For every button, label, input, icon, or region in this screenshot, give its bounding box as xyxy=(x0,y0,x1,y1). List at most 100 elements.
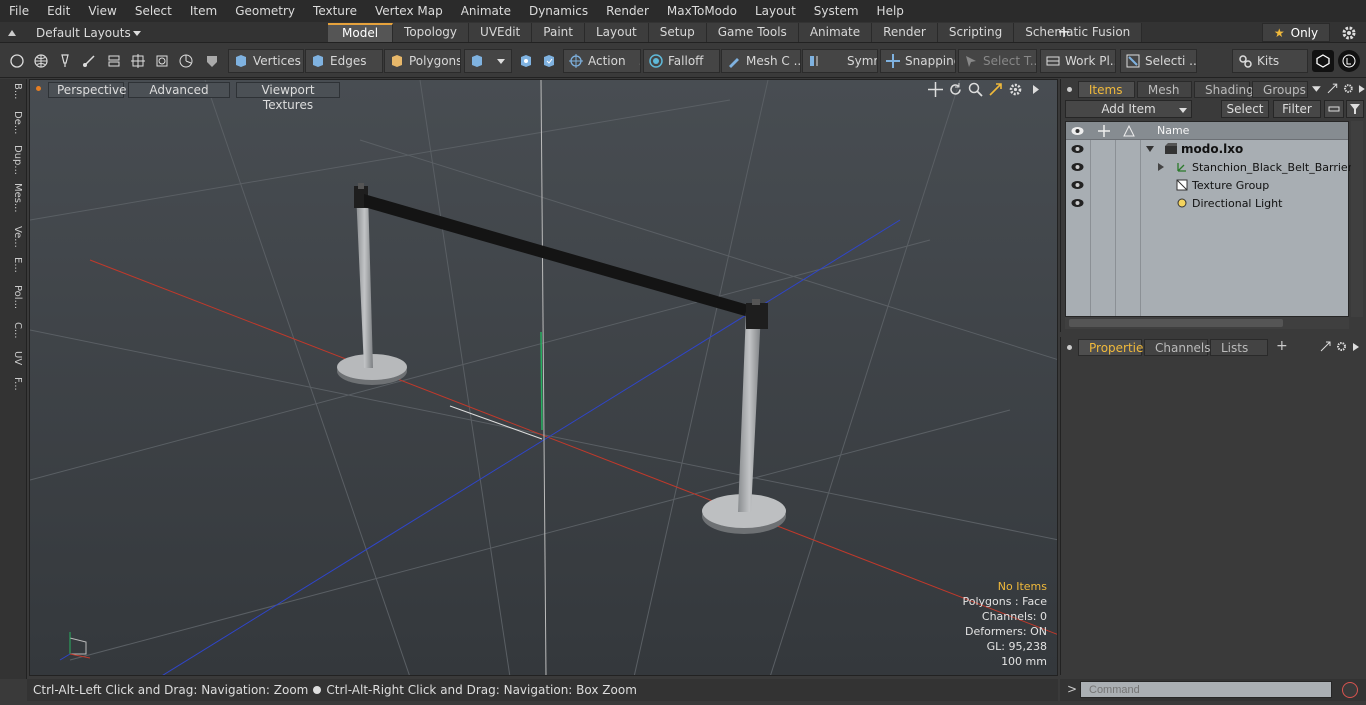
name-column-header[interactable]: Name xyxy=(1157,124,1189,137)
tab-uvedit[interactable]: UVEdit xyxy=(469,23,533,42)
tab-scripting[interactable]: Scripting xyxy=(937,23,1015,42)
tab-properties[interactable]: Properties xyxy=(1078,339,1150,356)
select-through-button[interactable]: Select T... xyxy=(958,49,1037,73)
menu-maxtomodo[interactable]: MaxToModo xyxy=(658,0,746,22)
tab-render[interactable]: Render xyxy=(872,23,938,42)
add-tab-button[interactable]: + xyxy=(1057,23,1071,41)
menu-dynamics[interactable]: Dynamics xyxy=(520,0,597,22)
menu-geometry[interactable]: Geometry xyxy=(226,0,304,22)
element-select-icon[interactable] xyxy=(515,50,537,72)
menu-texture[interactable]: Texture xyxy=(304,0,366,22)
tab-topology[interactable]: Topology xyxy=(393,23,470,42)
menu-system[interactable]: System xyxy=(805,0,868,22)
unreal-icon[interactable] xyxy=(1338,50,1360,72)
zoom-view-icon[interactable] xyxy=(968,82,983,97)
menu-item[interactable]: Item xyxy=(181,0,226,22)
square-dot-icon[interactable] xyxy=(151,50,173,72)
tab-mesh[interactable]: Mesh ... xyxy=(1136,81,1193,114)
gear-icon[interactable] xyxy=(1340,24,1358,42)
filter-button[interactable]: Filter xyxy=(1273,100,1321,118)
3d-viewport[interactable]: Perspective Advanced Viewport Textures N… xyxy=(29,79,1058,676)
expand-triangle-icon[interactable] xyxy=(1157,163,1165,171)
viewport-gear-icon[interactable] xyxy=(1008,82,1023,97)
advanced-button[interactable]: Advanced xyxy=(128,82,230,98)
tab-groups[interactable]: Groups xyxy=(1252,81,1309,98)
panel-gear-icon[interactable] xyxy=(1343,83,1354,94)
mesh-constraint-button[interactable]: Mesh C ... xyxy=(721,49,801,73)
tab-setup[interactable]: Setup xyxy=(648,23,707,42)
command-input[interactable] xyxy=(1080,681,1332,698)
move-view-icon[interactable] xyxy=(928,82,943,97)
layout-selector[interactable]: Default Layouts xyxy=(6,24,141,41)
panel-expand-icon[interactable] xyxy=(1352,342,1360,352)
tab-paint[interactable]: Paint xyxy=(532,23,585,42)
expand-panel-icon[interactable] xyxy=(1327,83,1338,94)
collapse-icon[interactable] xyxy=(1324,100,1344,118)
left-tab-mesh-edit[interactable]: Mes... xyxy=(3,183,23,213)
snapping-button[interactable]: Snapping xyxy=(880,49,956,73)
work-plane-button[interactable]: Work Pl... xyxy=(1040,49,1116,73)
visibility-eye-icon[interactable] xyxy=(1071,198,1084,208)
only-toggle[interactable]: ★ Only xyxy=(1262,23,1330,42)
pie-icon[interactable] xyxy=(175,50,197,72)
left-tab-deform[interactable]: De... xyxy=(3,111,23,134)
visibility-eye-icon[interactable] xyxy=(1071,144,1084,154)
visibility-eye-icon[interactable] xyxy=(1071,180,1084,190)
menu-render[interactable]: Render xyxy=(597,0,658,22)
tab-layout[interactable]: Layout xyxy=(584,23,649,42)
rotate-view-icon[interactable] xyxy=(948,82,963,97)
viewport-scene[interactable] xyxy=(30,80,1058,676)
tab-animate[interactable]: Animate xyxy=(798,23,873,42)
menu-help[interactable]: Help xyxy=(868,0,913,22)
element-shield-icon[interactable] xyxy=(538,50,560,72)
panel-gear-icon[interactable] xyxy=(1336,341,1347,352)
tree-horizontal-scrollbar[interactable] xyxy=(1065,317,1349,329)
tree-vertical-scrollbar[interactable] xyxy=(1351,121,1363,317)
tab-model[interactable]: Model xyxy=(328,23,394,42)
tab-items[interactable]: Items xyxy=(1077,81,1135,98)
brush-icon[interactable] xyxy=(78,50,100,72)
action-center-button[interactable]: Action ... xyxy=(563,49,641,73)
item-mode-dropdown[interactable] xyxy=(464,49,512,73)
menu-file[interactable]: File xyxy=(0,0,38,22)
vertices-button[interactable]: Vertices xyxy=(228,49,304,73)
expand-panel-icon[interactable] xyxy=(1320,341,1331,352)
edges-button[interactable]: Edges xyxy=(305,49,383,73)
maximize-view-icon[interactable] xyxy=(988,82,1003,97)
menu-layout[interactable]: Layout xyxy=(746,0,805,22)
filter-funnel-icon[interactable] xyxy=(1346,100,1364,118)
tree-row-mesh[interactable]: Stanchion_Black_Belt_Barriers xyxy=(1066,158,1358,176)
falloff-button[interactable]: Falloff xyxy=(643,49,720,73)
menu-edit[interactable]: Edit xyxy=(38,0,79,22)
viewport-textures-button[interactable]: Viewport Textures xyxy=(236,82,340,112)
panel-expand-icon[interactable] xyxy=(1358,84,1366,94)
menu-select[interactable]: Select xyxy=(126,0,181,22)
polygons-button[interactable]: Polygons xyxy=(384,49,461,73)
tab-shading[interactable]: Shading xyxy=(1194,81,1254,98)
left-tab-edge[interactable]: E... xyxy=(3,257,23,273)
menu-animate[interactable]: Animate xyxy=(452,0,520,22)
selection-sets-button[interactable]: Selecti ... xyxy=(1120,49,1197,73)
chevron-down-icon[interactable] xyxy=(1312,84,1321,93)
tab-schematic-fusion[interactable]: Schematic Fusion xyxy=(1014,23,1143,42)
symmetry-button[interactable]: Symm ... xyxy=(802,49,878,73)
left-tab-curve[interactable]: C... xyxy=(3,322,23,339)
tab-game-tools[interactable]: Game Tools xyxy=(706,23,799,42)
viewport-expand-icon[interactable] xyxy=(1028,82,1043,97)
left-tab-uv[interactable]: UV xyxy=(3,351,23,365)
menu-view[interactable]: View xyxy=(79,0,125,22)
record-icon[interactable] xyxy=(1342,682,1358,698)
tab-lists[interactable]: Lists xyxy=(1210,339,1268,356)
left-tab-fusion[interactable]: F... xyxy=(3,377,23,391)
shield-icon[interactable] xyxy=(201,50,223,72)
collapse-triangle-icon[interactable] xyxy=(1146,145,1154,153)
circle-select-icon[interactable] xyxy=(6,50,28,72)
left-tab-duplicate[interactable]: Dup... xyxy=(3,145,23,175)
tree-row-texture-group[interactable]: Texture Group xyxy=(1066,176,1348,194)
unity-icon[interactable] xyxy=(1312,50,1334,72)
left-tab-polygon[interactable]: Pol... xyxy=(3,285,23,309)
left-tab-basic[interactable]: B... xyxy=(3,83,23,99)
pen-icon[interactable] xyxy=(54,50,76,72)
perspective-button[interactable]: Perspective xyxy=(48,82,127,98)
add-item-button[interactable]: Add Item xyxy=(1065,100,1192,118)
